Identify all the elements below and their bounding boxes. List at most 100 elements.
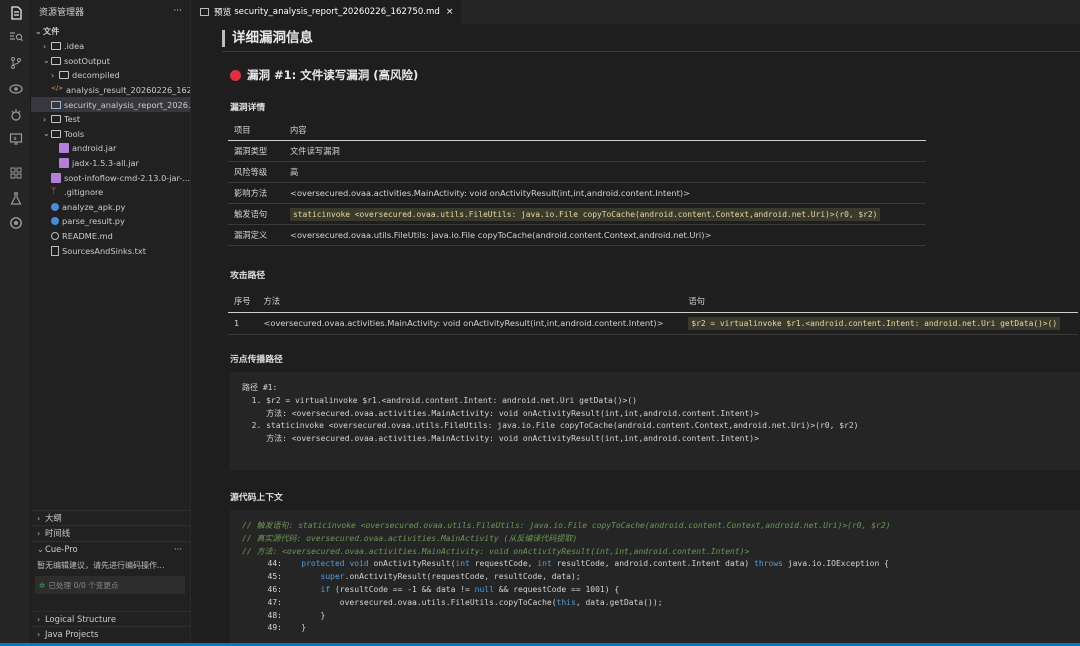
- panel-logical-structure[interactable]: › Logical Structure: [31, 611, 190, 626]
- search-icon[interactable]: [0, 26, 31, 48]
- panel-outline-label: 大纲: [45, 513, 62, 523]
- panel-cue-pro[interactable]: ⌄Cue-Pro ···: [31, 541, 190, 556]
- details-heading: 漏洞详情: [230, 103, 266, 113]
- code-line: 46: if (resultCode == -1 && data != null…: [242, 584, 1068, 597]
- cue-more-icon[interactable]: ···: [174, 544, 182, 554]
- folder-file-icon: [51, 115, 61, 124]
- details-header-key: 项目: [228, 120, 284, 141]
- code-line: 49: }: [242, 622, 1068, 635]
- explorer-item[interactable]: ⌄ Tools: [31, 127, 190, 142]
- source-heading: 源代码上下文: [230, 493, 283, 503]
- git-file-icon: ᛘ: [51, 187, 57, 198]
- grid-icon[interactable]: [0, 162, 31, 184]
- code-file-icon: </>: [51, 85, 64, 93]
- explorer-item[interactable]: jadx-1.5.3-all.jar: [31, 156, 190, 171]
- explorer-item[interactable]: ⌄ sootOutput: [31, 54, 190, 69]
- code-text: oversecured.ovaa.utils.FileUtils.copyToC…: [282, 597, 663, 607]
- panel-java-projects[interactable]: › Java Projects: [31, 626, 190, 641]
- chevron-right-icon: ›: [37, 629, 41, 639]
- taint-line: 路径 #1:: [242, 383, 278, 392]
- explorer-item-label: SourcesAndSinks.txt: [62, 245, 146, 256]
- explorer-item[interactable]: README.md: [31, 229, 190, 244]
- explorer-root-folder[interactable]: ⌄ 文件: [31, 24, 190, 39]
- code-text: if (resultCode == -1 && data != null && …: [320, 584, 620, 594]
- explorer-item-label: jadx-1.5.3-all.jar: [72, 158, 139, 169]
- flask-icon[interactable]: [0, 188, 31, 210]
- code-comment: // 方法: <oversecured.ovaa.activities.Main…: [242, 546, 750, 556]
- explorer-item[interactable]: android.jar: [31, 141, 190, 156]
- chevron-down-icon: ⌄: [35, 26, 42, 36]
- code-text: }: [282, 623, 307, 633]
- code-line: 44: protected void onActivityResult(int …: [242, 558, 1068, 571]
- folder-file-icon: [59, 71, 69, 80]
- code-keyword: this: [556, 597, 576, 607]
- close-icon[interactable]: ×: [446, 7, 454, 17]
- attack-no: 1: [234, 318, 240, 328]
- details-value: 文件读写漏洞: [290, 145, 340, 156]
- explorer-root-label: 文件: [43, 26, 60, 37]
- code-text: }: [282, 610, 326, 620]
- panel-timeline-label: 时间线: [45, 528, 71, 538]
- explorer-sidebar: 资源管理器 ··· ⌄ 文件 › .idea ⌄ sootOutput › decompi…: [31, 0, 191, 646]
- panel-outline[interactable]: › 大纲: [31, 510, 190, 525]
- jar-file-icon: [51, 172, 61, 183]
- source-control-icon[interactable]: [0, 52, 31, 74]
- explorer-item-label: .idea: [64, 41, 85, 52]
- line-number: 44:: [267, 559, 282, 569]
- taint-line: 2. staticinvoke <oversecured.ovaa.utils.…: [242, 421, 859, 431]
- remote-icon[interactable]: [0, 128, 31, 150]
- explorer-item[interactable]: soot-infoflow-cmd-2.13.0-jar-...: [31, 170, 190, 185]
- details-value-cell: 文件读写漏洞: [284, 140, 926, 161]
- explorer-item[interactable]: security_analysis_report_2026...: [31, 97, 190, 112]
- tab-preview-report[interactable]: 预览 security_analysis_report_20260226_162…: [192, 0, 462, 24]
- txt-file-icon: [51, 245, 59, 256]
- explorer-icon[interactable]: [0, 2, 31, 24]
- extensions-icon[interactable]: [0, 104, 31, 126]
- cue-status: ✲ 已处理 0/0 个变更点: [35, 576, 185, 594]
- code-line: 48: }: [242, 610, 1068, 623]
- run-debug-icon[interactable]: [0, 78, 31, 100]
- preview-icon: [200, 8, 209, 16]
- table-row: 漏洞定义 <oversecured.ovaa.utils.FileUtils: j…: [228, 224, 926, 245]
- details-key: 风险等级: [234, 166, 268, 177]
- explorer-item[interactable]: ᛘ .gitignore: [31, 185, 190, 200]
- more-actions-icon[interactable]: ···: [173, 6, 182, 16]
- line-number: 47:: [267, 597, 282, 607]
- explorer-item[interactable]: analyze_apk.py: [31, 200, 190, 215]
- py-file-icon: [51, 202, 59, 211]
- explorer-item-label: soot-infoflow-cmd-2.13.0-jar-...: [64, 172, 190, 183]
- details-table: 项目 内容 漏洞类型 文件读写漏洞 风险等级 高影响方法 <oversecured.ov…: [228, 120, 926, 246]
- explorer-item-label: .gitignore: [64, 187, 104, 198]
- cue-status-icon: ✲: [39, 580, 46, 590]
- explorer-item-label: parse_result.py: [62, 216, 125, 227]
- explorer-item[interactable]: parse_result.py: [31, 214, 190, 229]
- explorer-item-label: Tools: [64, 128, 85, 139]
- explorer-item[interactable]: › .idea: [31, 39, 190, 54]
- explorer-item[interactable]: › decompiled: [31, 68, 190, 83]
- table-row: 影响方法 <oversecured.ovaa.activities.MainAct…: [228, 182, 926, 203]
- tab-title: security_analysis_report_20260226_162750…: [234, 7, 440, 17]
- explorer-item[interactable]: SourcesAndSinks.txt: [31, 243, 190, 258]
- code-keyword: int: [455, 559, 470, 569]
- explorer-item-label: decompiled: [72, 70, 120, 81]
- cue-message: 暂无编辑建议，请先进行编码操作...: [37, 561, 165, 570]
- details-value: 高: [290, 166, 299, 177]
- panel-timeline[interactable]: › 时间线: [31, 525, 190, 540]
- settings-icon[interactable]: [0, 212, 31, 234]
- details-header-value: 内容: [284, 120, 926, 141]
- heading-divider: [222, 51, 1080, 52]
- explorer-item-label: security_analysis_report_2026...: [64, 99, 190, 110]
- chevron-down-icon: ⌄: [43, 129, 50, 139]
- explorer-item[interactable]: › Test: [31, 112, 190, 127]
- cue-status-text: 已处理 0/0 个变更点: [48, 580, 119, 590]
- details-key: 影响方法: [234, 187, 268, 198]
- attack-table: 序号 方法 语句 1 <oversecured.ovaa.activities.M…: [228, 290, 1078, 335]
- folder-file-icon: [51, 129, 61, 138]
- chevron-right-icon: ›: [37, 614, 41, 624]
- chevron-right-icon: ›: [43, 114, 47, 124]
- code-line: 47: oversecured.ovaa.utils.FileUtils.cop…: [242, 597, 1068, 610]
- attack-stmt: $r2 = virtualinvoke $r1.<android.content…: [688, 317, 1061, 330]
- explorer-item[interactable]: </> analysis_result_20260226_162...: [31, 83, 190, 98]
- folder-file-icon: [51, 56, 61, 65]
- code-keyword: int: [537, 559, 552, 569]
